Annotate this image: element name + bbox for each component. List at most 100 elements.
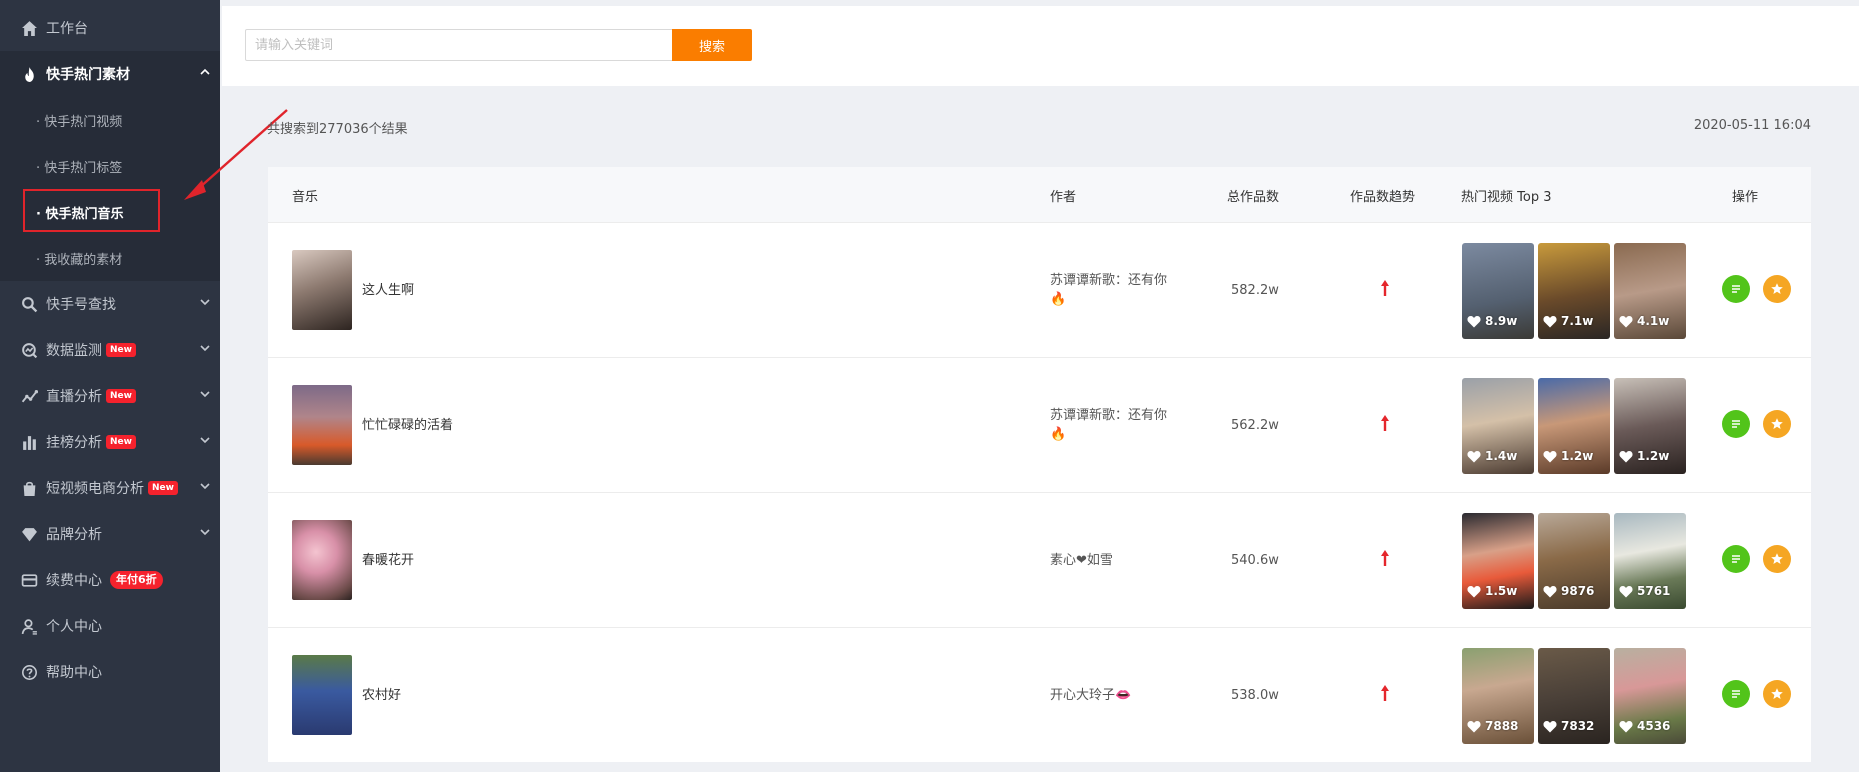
sidebar-item-label: 个人中心 — [46, 619, 102, 635]
star-icon — [1771, 688, 1783, 699]
music-cover[interactable] — [292, 655, 352, 735]
video-thumbnail[interactable]: 4536 — [1614, 648, 1686, 744]
search-button[interactable]: 搜索 — [672, 29, 752, 61]
sidebar-item-label: 挂榜分析 — [46, 435, 102, 451]
video-thumbnail[interactable]: 8.9w — [1462, 243, 1534, 339]
song-title[interactable]: 这人生啊 — [362, 279, 414, 298]
chevron-down-icon — [200, 295, 210, 306]
sidebar-item-ecommerce-analysis[interactable]: 短视频电商分析 New — [0, 465, 220, 511]
favorite-button[interactable] — [1763, 410, 1791, 438]
top-videos: 8.9w 7.1w 4.1w — [1462, 243, 1686, 339]
star-icon — [1771, 553, 1783, 564]
result-count: 共搜索到277036个结果 — [267, 122, 408, 137]
sidebar-sub-favorites[interactable]: · 我收藏的素材 — [0, 235, 220, 281]
sidebar-item-label: 数据监测 — [46, 343, 102, 359]
song-title[interactable]: 农村好 — [362, 684, 401, 703]
sidebar-item-label: 续费中心 — [46, 573, 102, 589]
sidebar-item-brand-analysis[interactable]: 品牌分析 — [0, 511, 220, 557]
chevron-down-icon — [200, 433, 210, 444]
sidebar-sub-label: · 我收藏的素材 — [36, 252, 123, 268]
video-thumbnail[interactable]: 7.1w — [1538, 243, 1610, 339]
song-title[interactable]: 忙忙碌碌的活着 — [362, 414, 453, 433]
sidebar-item-renewal-center[interactable]: 续费中心 年付6折 — [0, 557, 220, 603]
heart-icon — [1619, 720, 1633, 732]
music-cover[interactable] — [292, 520, 352, 600]
author-name[interactable]: 开心大玲子👄 — [1050, 686, 1131, 705]
header-trend: 作品数趋势 — [1350, 190, 1416, 205]
total-works: 540.6w — [1231, 553, 1279, 568]
sidebar-item-account-search[interactable]: 快手号查找 — [0, 281, 220, 327]
likes-count: 4.1w — [1619, 314, 1669, 328]
heart-icon — [1543, 315, 1557, 327]
heart-icon — [1543, 450, 1557, 462]
video-thumbnail[interactable]: 5761 — [1614, 513, 1686, 609]
search-panel: 搜索 — [222, 6, 1859, 86]
header-total: 总作品数 — [1227, 190, 1280, 205]
video-thumbnail[interactable]: 1.2w — [1614, 378, 1686, 474]
sidebar-item-ranking-analysis[interactable]: 挂榜分析 New — [0, 419, 220, 465]
star-icon — [1771, 283, 1783, 294]
list-icon — [1732, 555, 1740, 563]
top-videos: 1.4w 1.2w 1.2w — [1462, 378, 1686, 474]
help-icon — [20, 663, 38, 681]
detail-button[interactable] — [1722, 275, 1750, 303]
author-name[interactable]: 苏谭谭新歌：还有你 🔥 — [1050, 271, 1167, 309]
fire-emoji: 🔥 — [1050, 427, 1067, 442]
new-badge: New — [106, 343, 136, 357]
chevron-down-icon — [200, 341, 210, 352]
favorite-button[interactable] — [1763, 545, 1791, 573]
line-chart-icon — [20, 387, 38, 405]
sidebar-item-live-analysis[interactable]: 直播分析 New — [0, 373, 220, 419]
diamond-icon — [20, 525, 38, 543]
update-timestamp: 2020-05-11 16:04 — [1693, 118, 1811, 133]
promo-badge: 年付6折 — [110, 571, 163, 589]
annotation-highlight-box — [23, 189, 160, 232]
likes-value: 4.1w — [1637, 314, 1670, 328]
sidebar-item-data-monitor[interactable]: 数据监测 New — [0, 327, 220, 373]
favorite-button[interactable] — [1763, 680, 1791, 708]
music-cover[interactable] — [292, 385, 352, 465]
new-badge: New — [148, 481, 178, 495]
detail-button[interactable] — [1722, 680, 1750, 708]
video-thumbnail[interactable]: 1.4w — [1462, 378, 1534, 474]
heart-icon — [1467, 585, 1481, 597]
video-thumbnail[interactable]: 1.5w — [1462, 513, 1534, 609]
likes-value: 8.9w — [1485, 314, 1518, 328]
chevron-up-icon — [200, 65, 210, 75]
author-name[interactable]: 素心❤如雪 — [1050, 551, 1113, 570]
chevron-down-icon — [200, 525, 210, 536]
heart-icon — [1619, 450, 1633, 462]
list-icon — [1732, 690, 1740, 698]
song-title[interactable]: 春暖花开 — [362, 549, 414, 568]
video-thumbnail[interactable]: 7832 — [1538, 648, 1610, 744]
sidebar-item-help-center[interactable]: 帮助中心 — [0, 649, 220, 695]
search-icon — [20, 295, 38, 313]
trend-up-icon — [1381, 685, 1389, 701]
video-thumbnail[interactable]: 1.2w — [1538, 378, 1610, 474]
card-icon — [20, 571, 38, 589]
sidebar-item-kuaishou-hot-material[interactable]: 快手热门素材 — [0, 51, 220, 97]
author-label: 素心❤如雪 — [1050, 553, 1113, 568]
likes-value: 7832 — [1561, 719, 1595, 733]
sidebar-item-personal-center[interactable]: 个人中心 — [0, 603, 220, 649]
video-thumbnail[interactable]: 9876 — [1538, 513, 1610, 609]
detail-button[interactable] — [1722, 545, 1750, 573]
favorite-button[interactable] — [1763, 275, 1791, 303]
new-badge: New — [106, 389, 136, 403]
music-cover[interactable] — [292, 250, 352, 330]
video-thumbnail[interactable]: 7888 — [1462, 648, 1534, 744]
likes-value: 7.1w — [1561, 314, 1594, 328]
sidebar-item-label: 快手号查找 — [46, 297, 116, 313]
top-videos: 1.5w 9876 5761 — [1462, 513, 1686, 609]
fire-emoji: 🔥 — [1050, 292, 1067, 307]
detail-button[interactable] — [1722, 410, 1750, 438]
sidebar-item-workbench[interactable]: 工作台 — [0, 5, 220, 51]
video-thumbnail[interactable]: 4.1w — [1614, 243, 1686, 339]
chevron-down-icon — [200, 387, 210, 398]
likes-value: 1.2w — [1637, 449, 1670, 463]
trend-up-icon — [1381, 280, 1389, 296]
music-table: 音乐 作者 总作品数 作品数趋势 热门视频 Top 3 操作 这人生啊 苏谭谭新… — [268, 167, 1811, 762]
bar-chart-icon — [20, 433, 38, 451]
search-input[interactable] — [245, 29, 674, 61]
author-name[interactable]: 苏谭谭新歌：还有你 🔥 — [1050, 406, 1167, 444]
